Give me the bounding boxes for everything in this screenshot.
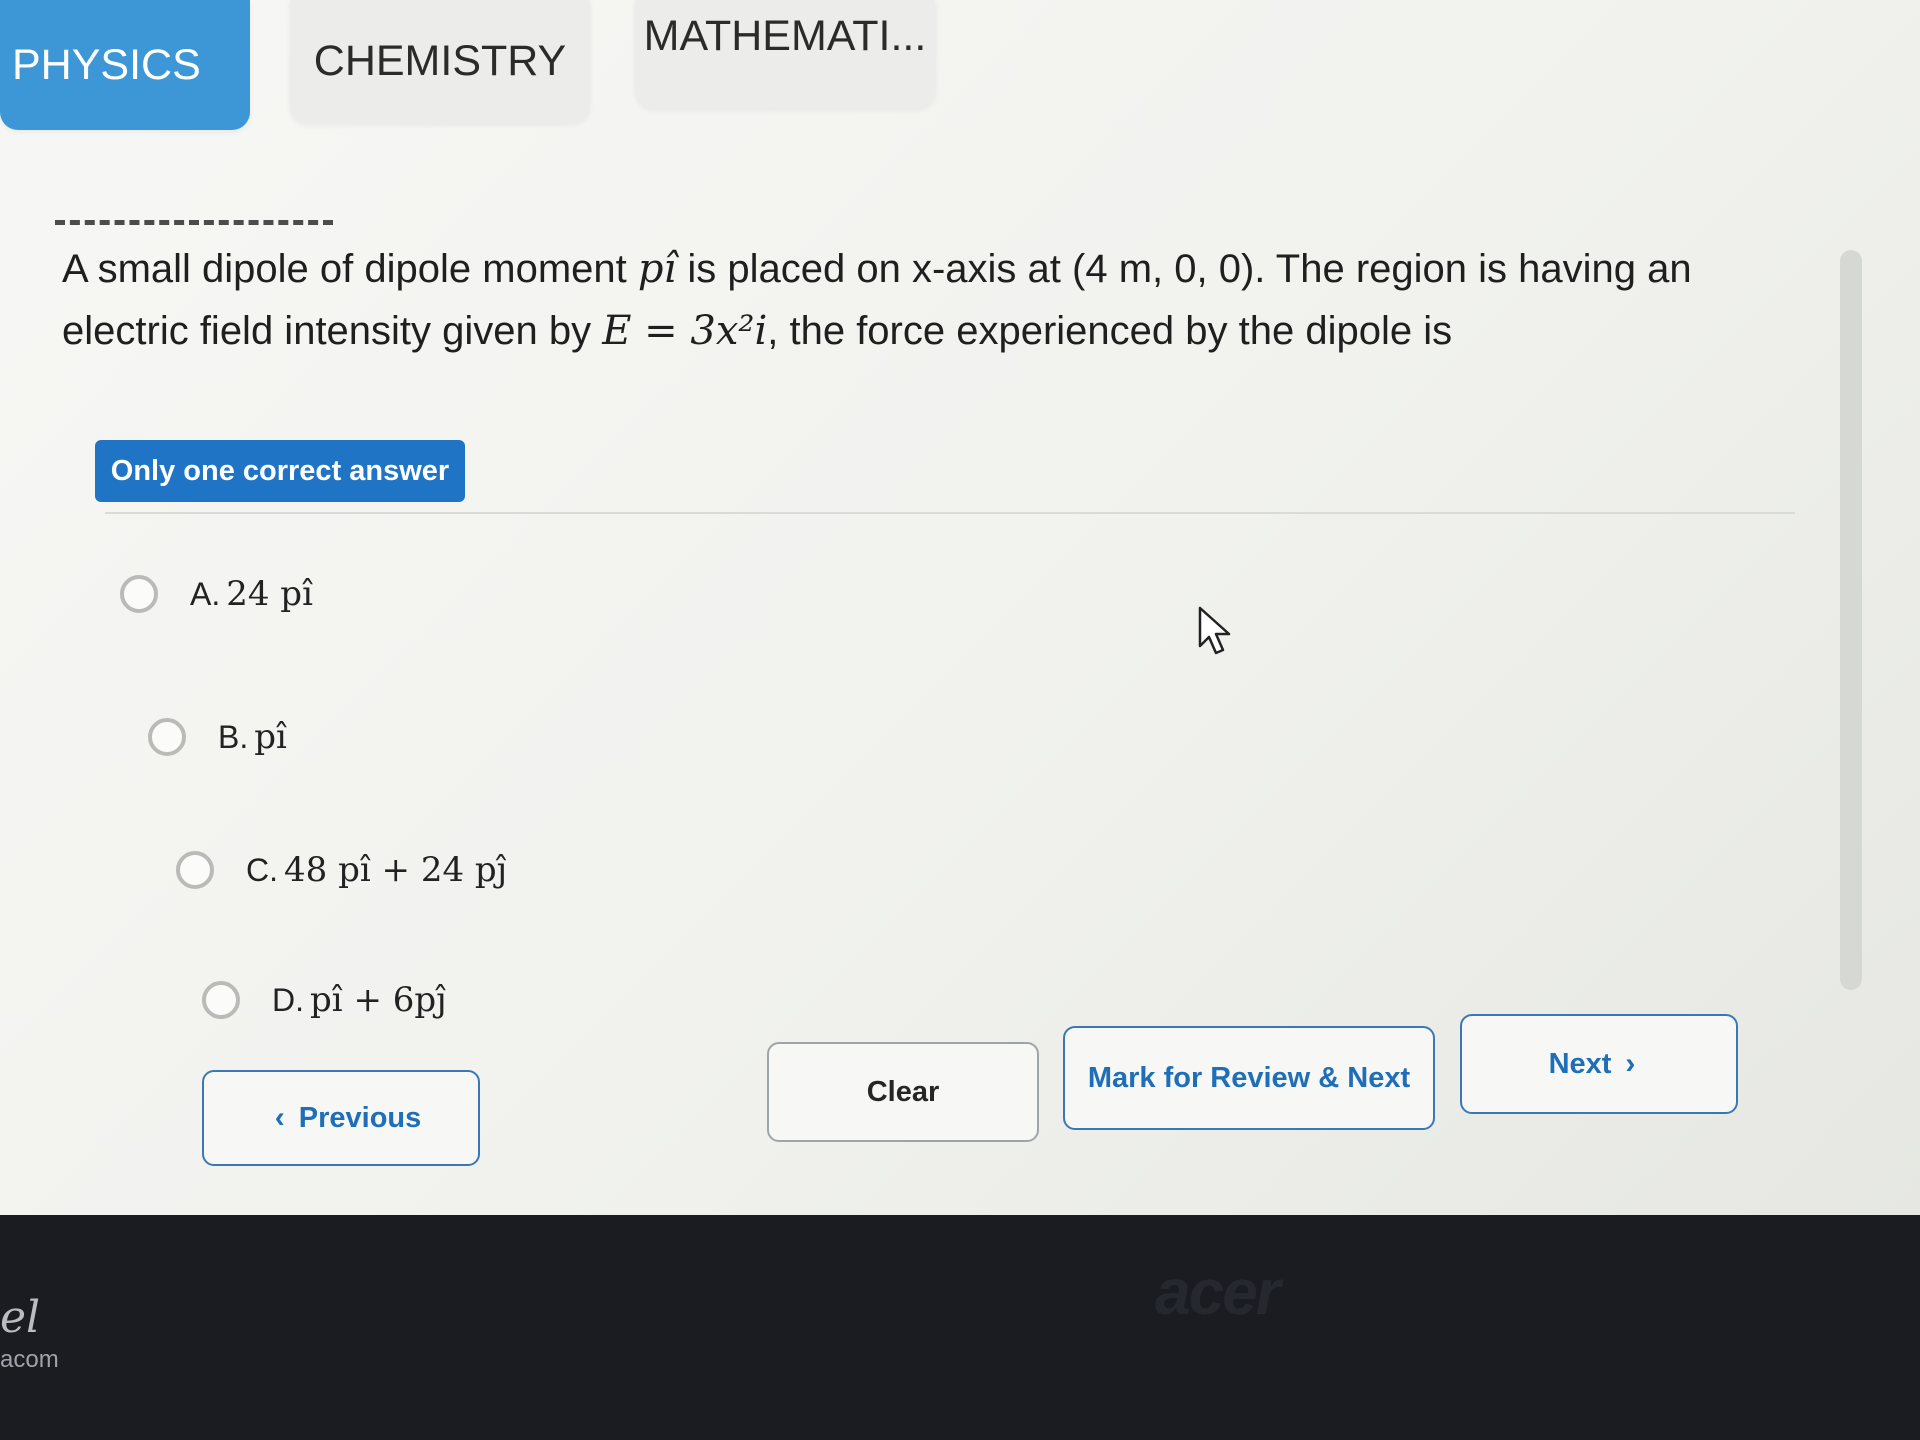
next-button[interactable]: Next › [1460, 1014, 1738, 1114]
tab-mathematics[interactable]: MATHEMATI... [635, 0, 935, 108]
mark-for-review-next-button[interactable]: Mark for Review & Next [1063, 1026, 1435, 1130]
option-b[interactable]: B. pî [148, 717, 287, 757]
radio-button[interactable] [148, 718, 186, 756]
option-text: 48 pî + 24 pĵ [284, 850, 508, 890]
question-math-field: E = 3x²i [602, 308, 768, 354]
scrollbar[interactable] [1840, 250, 1862, 990]
option-text: pî [254, 717, 287, 757]
radio-button[interactable] [202, 981, 240, 1019]
question-header-divider [55, 220, 333, 225]
chevron-right-icon: › [1625, 1047, 1636, 1080]
radio-button[interactable] [176, 851, 214, 889]
tab-label: PHYSICS [12, 40, 201, 89]
question-math-dipole: pî [637, 246, 677, 292]
option-d[interactable]: D. pî + 6pĵ [202, 980, 447, 1020]
clear-label: Clear [866, 1075, 940, 1108]
bezel-sticker-label: acom [0, 1346, 59, 1373]
option-text: pî + 6pĵ [310, 980, 447, 1020]
option-letter: C. [246, 851, 278, 888]
tab-label: MATHEMATI... [643, 12, 927, 60]
option-letter: B. [218, 718, 249, 755]
chevron-left-icon: ‹ [274, 1101, 285, 1134]
mark-for-review-label: Mark for Review & Next [1087, 1061, 1411, 1094]
acer-logo: acer [1155, 1256, 1281, 1328]
question-text-part: , the force experienced by the dipole is [767, 309, 1453, 353]
option-letter: D. [272, 981, 304, 1018]
previous-label: Previous [298, 1101, 422, 1134]
mouse-pointer-icon [1198, 606, 1231, 655]
question-text: A small dipole of dipole moment pî is pl… [62, 238, 1782, 362]
option-letter: A. [190, 575, 221, 612]
option-a[interactable]: A. 24 pî [120, 574, 313, 614]
option-text: 24 pî [226, 574, 313, 614]
tab-physics[interactable]: PHYSICS [0, 0, 250, 130]
answer-type-badge: Only one correct answer [95, 440, 465, 502]
tab-chemistry[interactable]: CHEMISTRY [290, 0, 590, 123]
bezel-sticker-text: el [0, 1292, 41, 1343]
question-text-part: A small dipole of dipole moment [62, 247, 638, 291]
options-divider [105, 512, 1795, 514]
tab-label: CHEMISTRY [313, 37, 567, 85]
exam-screen: PHYSICS CHEMISTRY MATHEMATI... A small d… [0, 0, 1920, 1215]
option-c[interactable]: C. 48 pî + 24 pĵ [176, 850, 507, 890]
next-label: Next [1548, 1047, 1612, 1080]
radio-button[interactable] [120, 575, 158, 613]
clear-button[interactable]: Clear [767, 1042, 1039, 1142]
previous-button[interactable]: ‹ Previous [202, 1070, 480, 1166]
